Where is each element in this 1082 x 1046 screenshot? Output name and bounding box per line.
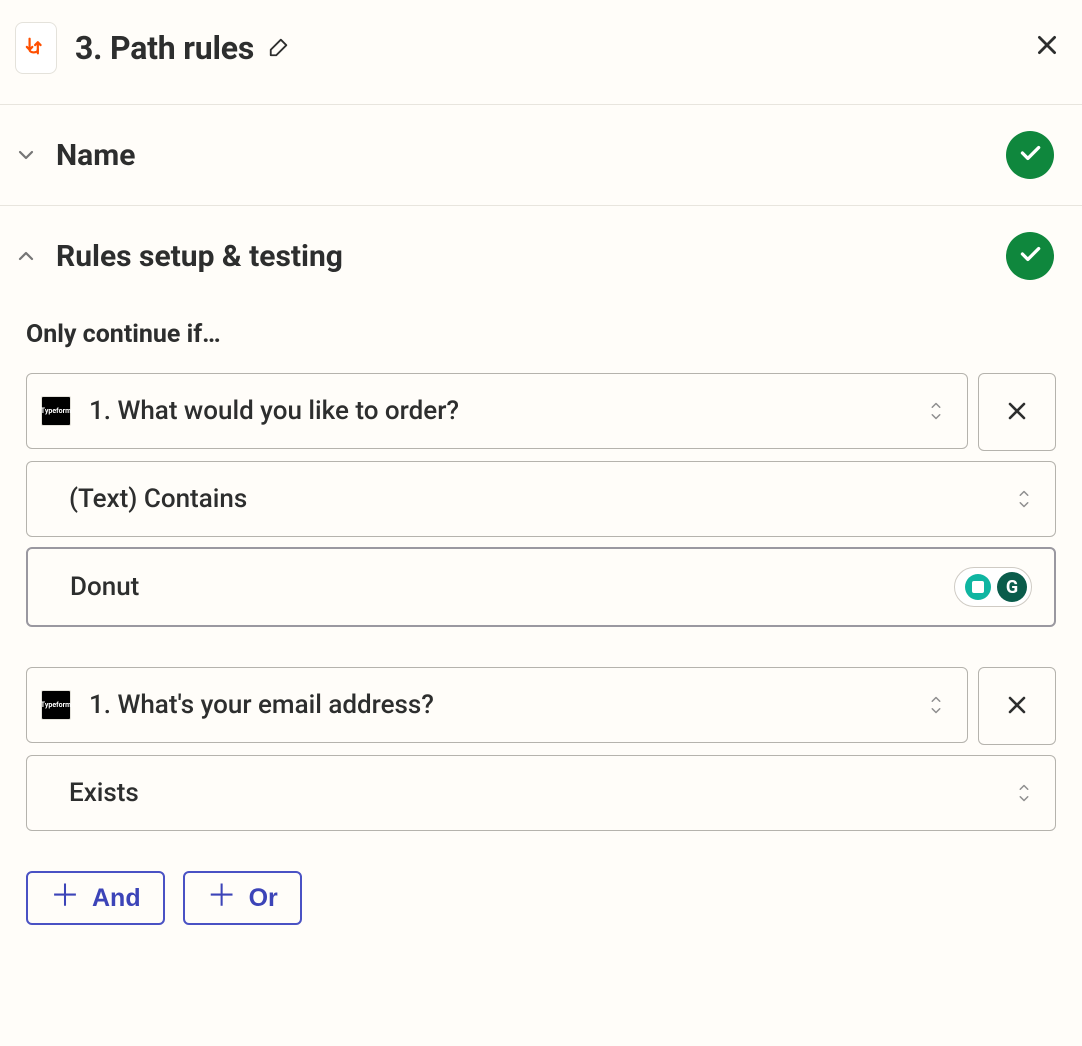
typeform-app-icon: Typeform	[41, 396, 71, 426]
plus-icon: ＋	[50, 882, 80, 912]
section-rules-header[interactable]: Rules setup & testing	[0, 206, 1082, 290]
and-label: And	[92, 884, 141, 913]
close-icon	[1005, 693, 1029, 720]
add-and-button[interactable]: ＋ And	[26, 871, 165, 925]
grammarly-widget[interactable]: G	[954, 567, 1032, 607]
section-name-title: Name	[56, 138, 988, 173]
checkmark-icon	[1017, 140, 1043, 170]
step-icon-container	[15, 22, 57, 74]
close-icon	[1034, 46, 1060, 61]
status-complete-badge	[1006, 131, 1054, 179]
section-rules-title: Rules setup & testing	[56, 239, 988, 274]
rule-source-select[interactable]: Typeform 1. What's your email address?	[26, 667, 968, 743]
chevron-up-icon	[14, 244, 38, 268]
delete-rule-button[interactable]	[978, 373, 1056, 451]
rule-operator-select[interactable]: (Text) Contains	[26, 461, 1056, 537]
typeform-app-icon: Typeform	[41, 690, 71, 720]
select-toggle-icon	[927, 399, 949, 423]
select-toggle-icon	[1015, 487, 1037, 511]
page-title: 3. Path rules	[75, 29, 254, 67]
add-or-button[interactable]: ＋ Or	[183, 871, 302, 925]
chevron-down-icon	[14, 143, 38, 167]
rule-group: Typeform 1. What would you like to order…	[26, 373, 1056, 627]
status-complete-badge	[1006, 232, 1054, 280]
select-toggle-icon	[927, 693, 949, 717]
grammarly-icon: G	[997, 572, 1027, 602]
rule-value-text: Donut	[42, 572, 1036, 602]
panel-header: 3. Path rules	[0, 0, 1082, 105]
rule-group: Typeform 1. What's your email address? E…	[26, 667, 1056, 831]
path-rules-icon	[25, 35, 47, 61]
rules-body: Only continue if… Typeform 1. What would…	[0, 290, 1082, 965]
plus-icon: ＋	[207, 882, 237, 912]
rule-source-label: 1. What would you like to order?	[89, 396, 927, 426]
rule-source-select[interactable]: Typeform 1. What would you like to order…	[26, 373, 968, 449]
select-toggle-icon	[1015, 781, 1037, 805]
rule-source-label: 1. What's your email address?	[89, 690, 927, 720]
suggestion-icon	[965, 574, 991, 600]
rules-intro-label: Only continue if…	[26, 320, 1056, 349]
pencil-icon	[268, 36, 290, 61]
delete-rule-button[interactable]	[978, 667, 1056, 745]
close-icon	[1005, 399, 1029, 426]
close-panel-button[interactable]	[1034, 32, 1060, 61]
checkmark-icon	[1017, 241, 1043, 271]
rule-operator-label: Exists	[41, 778, 1015, 808]
rule-value-input[interactable]: Donut G	[26, 547, 1056, 627]
section-name-header[interactable]: Name	[0, 105, 1082, 206]
or-label: Or	[249, 884, 278, 913]
rule-operator-label: (Text) Contains	[41, 484, 1015, 514]
edit-title-button[interactable]	[268, 36, 290, 61]
rule-operator-select[interactable]: Exists	[26, 755, 1056, 831]
logic-buttons-row: ＋ And ＋ Or	[26, 871, 1056, 925]
